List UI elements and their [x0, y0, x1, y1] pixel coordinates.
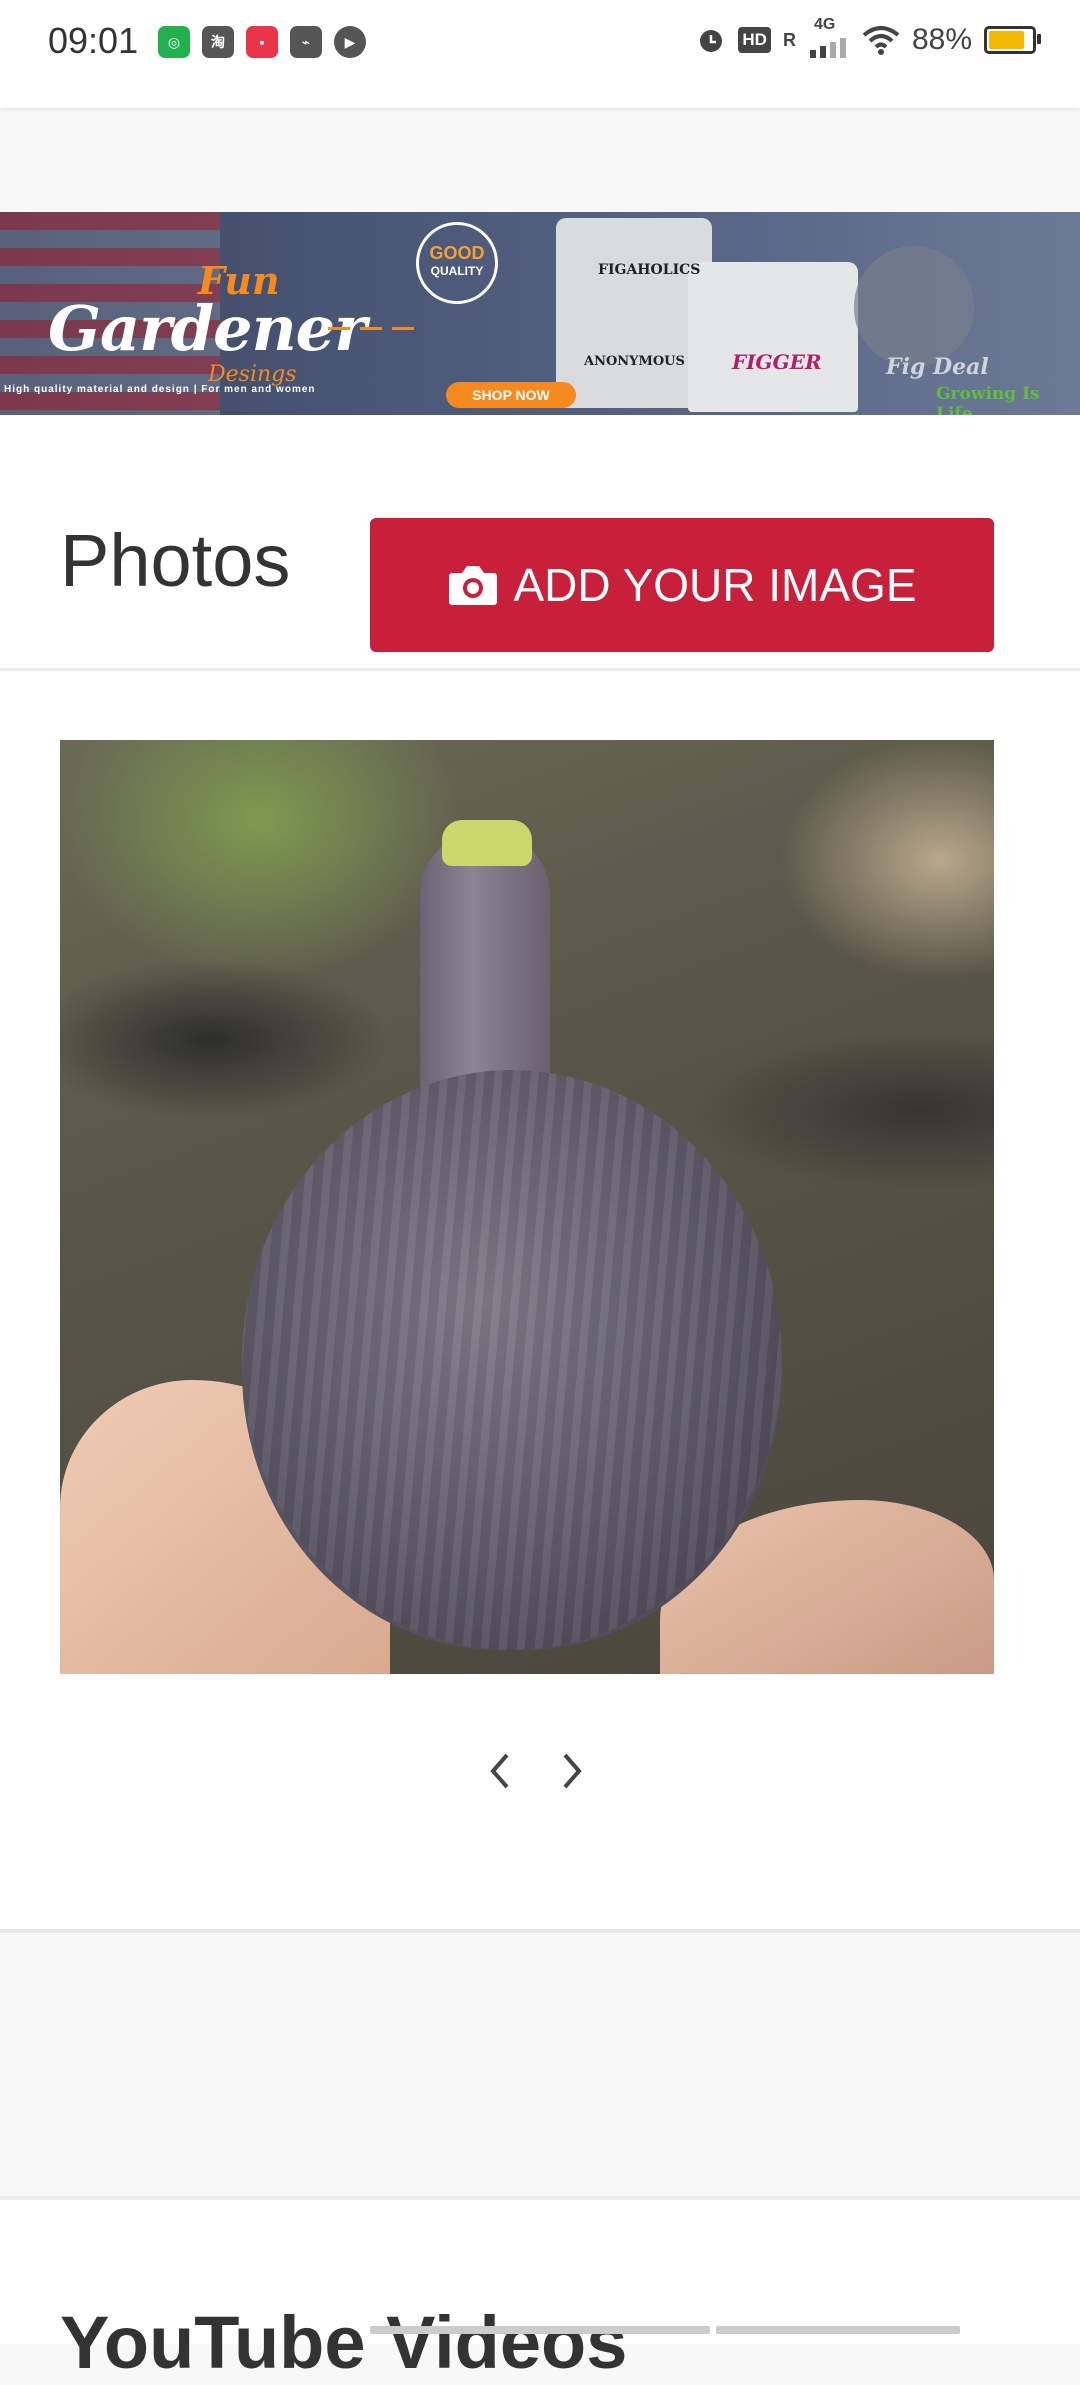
next-button[interactable] [548, 1745, 596, 1797]
brand-name: Gardener [48, 292, 367, 365]
decorative-dash [328, 327, 418, 330]
mascot-text: Fig Deal [886, 354, 989, 380]
add-image-label: ADD YOUR IMAGE [513, 559, 917, 611]
wifi-icon [862, 26, 900, 55]
tshirt-image-2 [688, 262, 858, 412]
notification-icons: ◎ 淘 ▪ ⌁ ▶ [158, 26, 366, 58]
shirt1-bottom-text: ANONYMOUS [584, 354, 685, 369]
youtube-heading: YouTube Videos [60, 2301, 628, 2384]
badge-line1: GOOD [429, 243, 485, 263]
battery-icon [984, 26, 1041, 54]
network-type: 4G [813, 16, 836, 33]
status-time: 09:01 [48, 20, 139, 61]
photos-heading: Photos [60, 519, 291, 602]
fig-photo[interactable] [60, 740, 994, 1674]
shop-now-button[interactable]: SHOP NOW [446, 382, 576, 408]
banner-tagline: High quality material and design | For m… [4, 384, 316, 395]
chevron-right-icon [563, 1753, 582, 1789]
battery-percent: 88% [911, 23, 972, 56]
section-divider [0, 668, 1080, 671]
play-icon: ▶ [334, 26, 366, 58]
quality-badge: GOOD QUALITY [416, 222, 498, 304]
status-right: HD R 4G 88% [696, 16, 1041, 58]
wechat-pay-icon: ◎ [158, 26, 190, 58]
badge-line2: QUALITY [430, 264, 484, 278]
previous-button[interactable] [476, 1745, 524, 1797]
hd-badge: HD [738, 27, 771, 53]
brand-logo: Fun Gardener Desings [48, 258, 378, 387]
cell-signal-icon: 4G [808, 16, 850, 58]
video-thumbnail-placeholder[interactable] [370, 2326, 710, 2334]
camera-icon [448, 566, 497, 605]
status-bar: 09:01 ◎ 淘 ▪ ⌁ ▶ HD R 4G 88% [0, 0, 1080, 108]
chevron-left-icon [490, 1753, 509, 1789]
battery-level [989, 31, 1024, 49]
alarm-icon [700, 30, 723, 52]
pen-icon: ⌁ [290, 26, 322, 58]
fig-mascot-image [854, 246, 974, 366]
add-image-button[interactable]: ADD YOUR IMAGE [370, 518, 994, 652]
shirt1-top-text: FIGAHOLICS [598, 262, 701, 278]
fig-texture [242, 1070, 782, 1650]
fig-stem-shape [442, 820, 532, 866]
section-separator [0, 1929, 1080, 1933]
carousel-nav [476, 1745, 596, 1797]
app-red-icon: ▪ [246, 26, 278, 58]
taobao-icon: 淘 [202, 26, 234, 58]
video-thumbnail-placeholder[interactable] [716, 2326, 960, 2334]
roaming-indicator: R [782, 29, 796, 50]
shirt2-text: FIGGER [732, 350, 822, 374]
